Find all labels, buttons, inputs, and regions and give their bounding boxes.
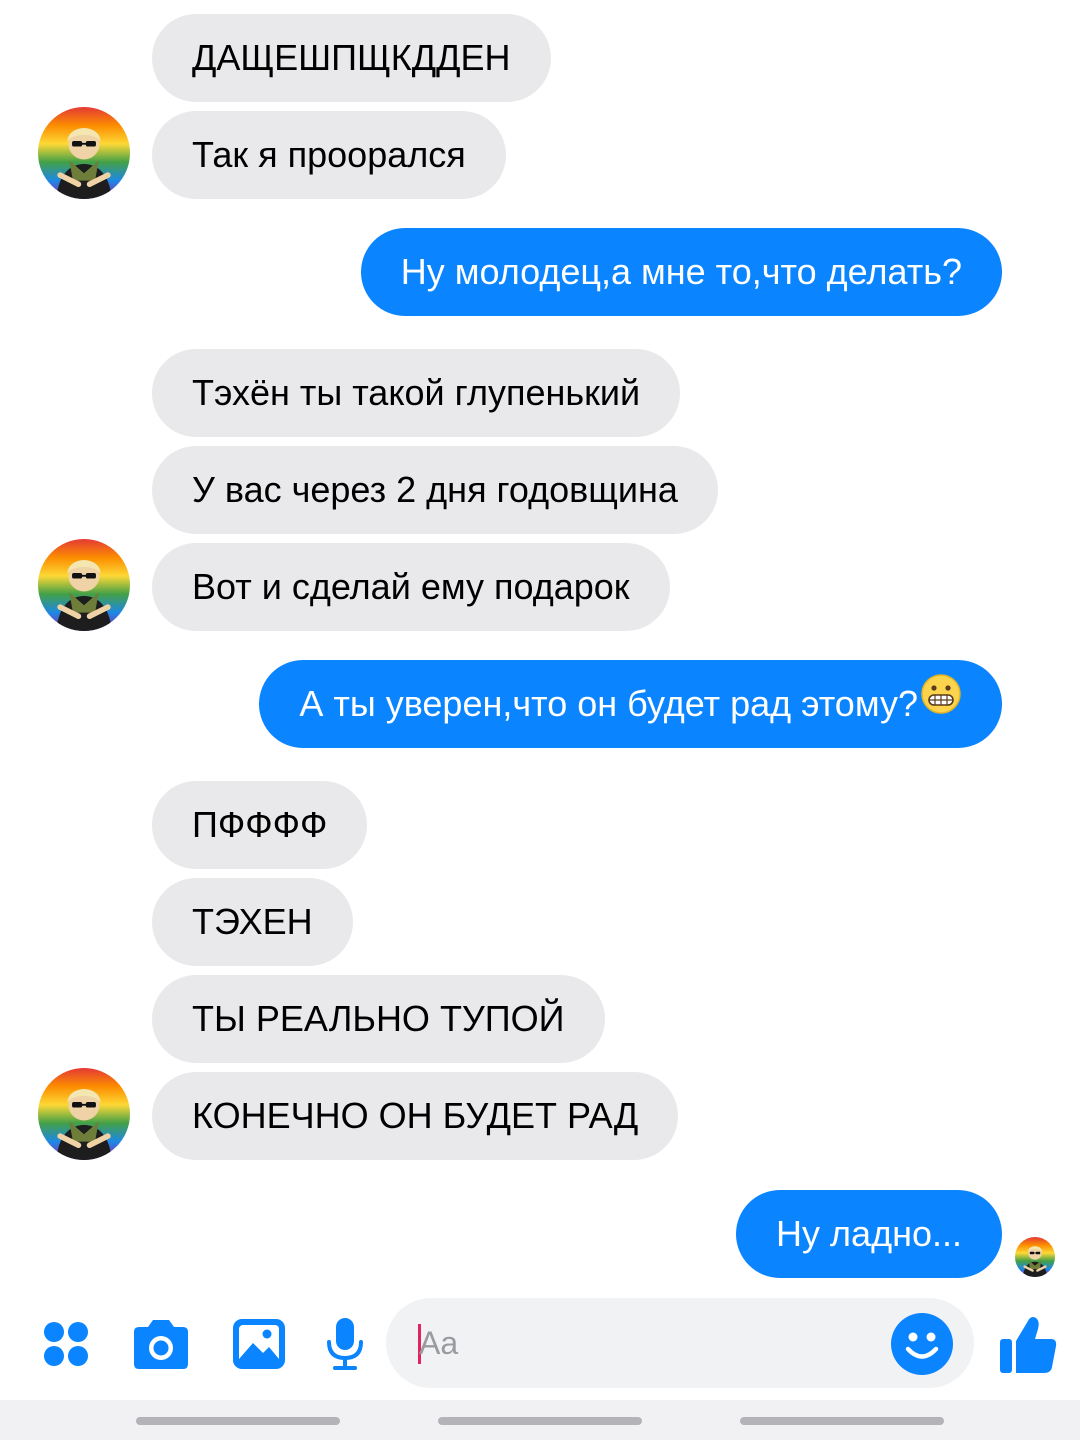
grimacing-face-icon xyxy=(920,659,962,747)
message-bubble-outgoing[interactable]: Ну ладно... xyxy=(736,1190,1002,1278)
contact-avatar[interactable] xyxy=(38,539,130,631)
microphone-icon[interactable] xyxy=(320,1296,370,1392)
seen-avatar xyxy=(1015,1237,1055,1277)
message-bubble-outgoing[interactable]: Ну молодец,а мне то,что делать? xyxy=(360,228,1002,316)
nav-back-button[interactable] xyxy=(740,1417,944,1425)
message-bubble-incoming[interactable]: Тэхён ты такой глупенький xyxy=(152,349,681,437)
message-text: А ты уверен,что он будет рад этому? xyxy=(299,683,918,724)
system-nav-bar xyxy=(0,1400,1080,1440)
apps-icon[interactable] xyxy=(36,1296,96,1392)
nav-home-button[interactable] xyxy=(438,1417,642,1425)
message-bubble-incoming[interactable]: ТЫ РЕАЛЬНО ТУПОЙ xyxy=(152,975,605,1063)
message-bubble-incoming[interactable]: КОНЕЧНО ОН БУДЕТ РАД xyxy=(152,1072,679,1160)
message-bubble-incoming[interactable]: ПФФФФ xyxy=(152,781,368,869)
gallery-icon[interactable] xyxy=(228,1296,290,1392)
smile-icon[interactable] xyxy=(890,1312,954,1376)
nav-recents-button[interactable] xyxy=(136,1417,340,1425)
thumbs-up-icon[interactable] xyxy=(996,1296,1060,1392)
message-input[interactable]: Aa xyxy=(386,1298,974,1388)
contact-avatar[interactable] xyxy=(38,1068,130,1160)
camera-icon[interactable] xyxy=(128,1296,194,1392)
message-bubble-incoming[interactable]: Вот и сделай ему подарок xyxy=(152,543,670,631)
message-bubble-incoming[interactable]: Так я проорался xyxy=(152,111,506,199)
message-bubble-outgoing[interactable]: А ты уверен,что он будет рад этому? xyxy=(259,660,1002,748)
message-bubble-incoming[interactable]: ТЭХЕН xyxy=(152,878,353,966)
message-bubble-incoming[interactable]: У вас через 2 дня годовщина xyxy=(152,446,718,534)
chat-screen: ДАЩЕШПЩКДДЕН Так я проорался Ну молодец,… xyxy=(0,0,1080,1440)
input-placeholder: Aa xyxy=(419,1325,459,1361)
message-bubble-incoming[interactable]: ДАЩЕШПЩКДДЕН xyxy=(152,14,551,102)
contact-avatar[interactable] xyxy=(38,107,130,199)
message-composer: Aa xyxy=(0,1296,1080,1392)
